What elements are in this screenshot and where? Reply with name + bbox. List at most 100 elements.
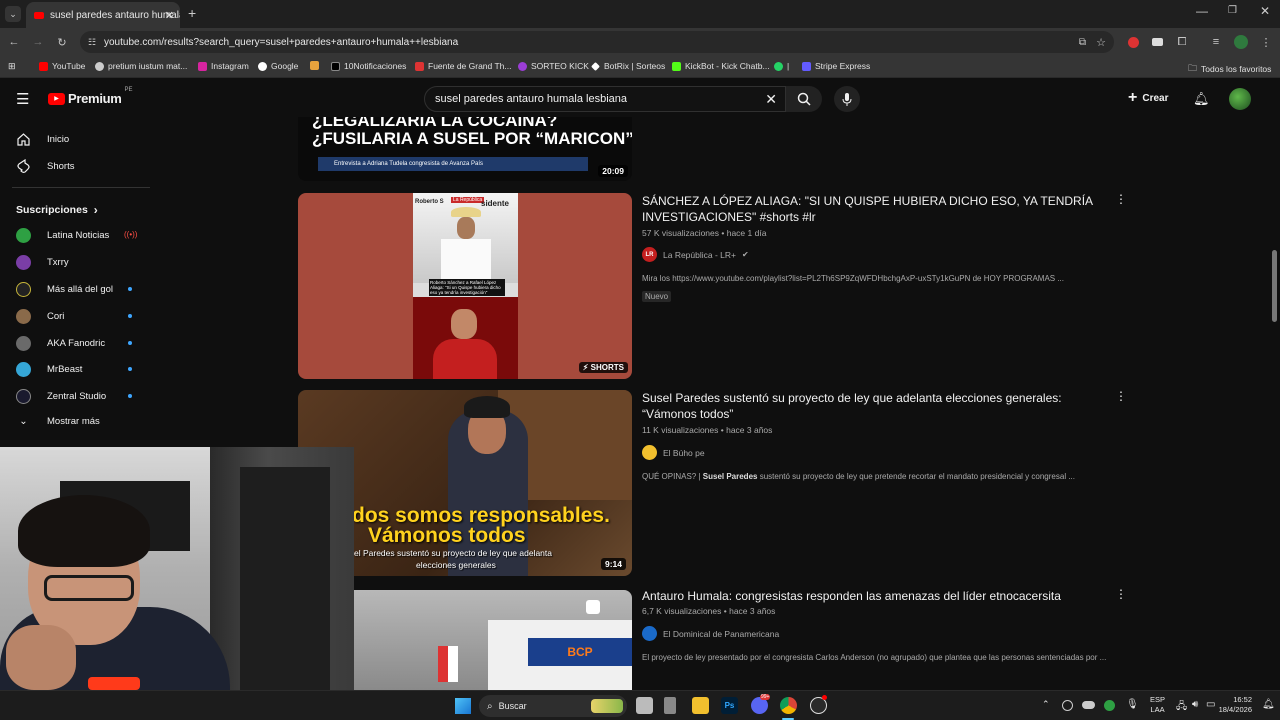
page-scrollbar-thumb[interactable] — [1272, 250, 1277, 322]
more-options-icon[interactable]: ⋮ — [1115, 587, 1127, 601]
account-avatar[interactable] — [1229, 88, 1251, 110]
extensions-puzzle-icon[interactable]: ⧠ — [1174, 34, 1190, 50]
sidebar-item-txrry[interactable]: Txrry — [16, 255, 69, 270]
mrbeast-avatar — [16, 362, 31, 377]
back-arrow-icon[interactable]: ← — [6, 34, 22, 50]
search-button[interactable] — [786, 86, 822, 112]
new-tab-button[interactable]: + — [188, 5, 196, 21]
more-options-icon[interactable]: ⋮ — [1115, 192, 1127, 206]
x-icon — [331, 61, 340, 71]
subscriptions-header[interactable]: Suscripciones › — [16, 203, 98, 217]
bookmark-youtube[interactable]: YouTube — [39, 61, 85, 71]
bookmarks-bar: ⊞ YouTube pretium iustum mat... Instagra… — [0, 56, 1280, 78]
windows-start-icon[interactable] — [455, 698, 471, 714]
result-title-3[interactable]: Susel Paredes sustentó su proyecto de le… — [642, 390, 1102, 422]
result-title-2[interactable]: SÁNCHEZ A LÓPEZ ALIAGA: "SI UN QUISPE HU… — [642, 193, 1102, 225]
bookmark-10notificaciones[interactable]: 10Notificaciones — [331, 61, 406, 71]
sidebar-item-label: AKA Fanodric — [47, 338, 106, 349]
result-thumbnail-2[interactable]: La República Roberto S sidente Roberto S… — [298, 193, 632, 379]
result-description-2: Mira los https://www.youtube.com/playlis… — [642, 274, 1065, 283]
sidebar-item-label: Shorts — [47, 161, 75, 172]
region-code: PE — [124, 87, 133, 93]
extension-card-icon[interactable] — [1152, 38, 1163, 46]
all-bookmarks-folder[interactable]: 🗀 Todos los favoritos — [1188, 61, 1271, 77]
forward-arrow-icon[interactable]: → — [30, 34, 46, 50]
sidebar-item-zentral-studio[interactable]: Zentral Studio — [16, 389, 106, 404]
tray-app-icon-1[interactable] — [1062, 700, 1073, 711]
sidebar-item-latina-noticias[interactable]: Latina Noticias — [16, 228, 109, 243]
result-thumbnail-1[interactable]: ¿LEGALIZARIA LA COCAINA? ¿FUSILARIA A SU… — [298, 117, 632, 181]
sidebar-item-mas-alla-del-gol[interactable]: Más allá del gol — [16, 282, 113, 297]
maximize-button[interactable]: ❐ — [1228, 5, 1237, 16]
bookmark-botrix[interactable]: BotRix | Sorteos — [591, 61, 665, 71]
create-button[interactable]: + Crear — [1128, 90, 1168, 106]
browser-tab[interactable]: susel paredes antauro humala l ✕ — [26, 2, 180, 28]
close-tab-icon[interactable]: ✕ — [165, 9, 174, 22]
install-app-icon[interactable]: ⧉ — [1079, 37, 1086, 48]
address-bar[interactable]: ☷ youtube.com/results?search_query=susel… — [80, 31, 1114, 53]
reading-list-icon[interactable]: ≡ — [1208, 34, 1224, 50]
bookmark-instagram[interactable]: Instagram — [198, 61, 249, 71]
result-description-3: QUÉ OPINAS? | Susel Paredes sustentó su … — [642, 472, 1075, 481]
webcam-glasses — [44, 575, 134, 601]
bookmark-star-icon[interactable]: ☆ — [1096, 36, 1106, 49]
onedrive-icon[interactable] — [1082, 701, 1095, 709]
tab-search-button[interactable]: ⌄ — [5, 6, 21, 22]
sidebar-item-cori[interactable]: Cori — [16, 309, 64, 324]
network-icon[interactable]: 🖧︎ — [1176, 699, 1187, 716]
profile-avatar-icon[interactable] — [1234, 35, 1248, 49]
el-buho-avatar — [642, 445, 657, 460]
channel-link-4[interactable]: El Dominical de Panamericana — [642, 626, 779, 641]
channel-link-2[interactable]: LR La República - LR+ ✔︎ — [642, 247, 749, 262]
file-explorer-icon[interactable] — [692, 697, 709, 714]
page-scrollbar-track[interactable] — [1270, 81, 1280, 690]
task-view-icon[interactable] — [636, 697, 653, 714]
bookmark-sorteo-kick[interactable]: SORTEO KICK — [518, 61, 589, 71]
reload-icon[interactable]: ↻ — [54, 34, 70, 50]
bookmark-label: Instagram — [211, 61, 249, 71]
sidebar-item-home[interactable]: Inicio — [16, 132, 69, 147]
bookmark-whatsapp[interactable]: | — [774, 61, 789, 71]
browser-menu-icon[interactable]: ⋮ — [1258, 34, 1274, 50]
clear-search-icon[interactable]: ✕ — [765, 91, 777, 108]
tray-app-icon-2[interactable] — [1104, 700, 1115, 711]
bookmark-kickbot[interactable]: KickBot - Kick Chatb... — [672, 61, 770, 71]
app-icon-gray[interactable] — [664, 697, 676, 714]
result-title-4[interactable]: Antauro Humala: congresistas responden l… — [642, 588, 1102, 604]
channel-name: El Dominical de Panamericana — [663, 628, 780, 639]
input-language[interactable]: ESP LAA — [1150, 695, 1165, 715]
kick-icon — [672, 61, 681, 71]
bookmark-grand-theft[interactable]: Fuente de Grand Th... — [415, 61, 511, 71]
bookmark-unnamed[interactable] — [310, 61, 319, 70]
bookmark-stripe[interactable]: Stripe Express — [802, 61, 870, 71]
apps-grid-icon[interactable]: ⊞ — [8, 61, 16, 72]
extension-red-icon[interactable] — [1128, 37, 1139, 48]
site-info-icon[interactable]: ☷ — [88, 37, 96, 48]
bookmark-google[interactable]: Google — [258, 61, 298, 71]
show-more-button[interactable]: ⌄ Mostrar más — [16, 416, 100, 427]
bookmark-pretium[interactable]: pretium iustum mat... — [95, 61, 187, 71]
taskbar-search-box[interactable]: ⌕ Buscar — [479, 695, 627, 717]
voice-search-button[interactable] — [834, 86, 860, 112]
minimize-button[interactable]: — — [1196, 4, 1208, 18]
shorts-label: SHORTS — [590, 363, 624, 372]
bookmark-label: YouTube — [52, 61, 86, 71]
sidebar-item-mrbeast[interactable]: MrBeast — [16, 362, 82, 377]
chrome-icon[interactable] — [780, 697, 797, 714]
close-window-button[interactable]: ✕ — [1260, 4, 1270, 18]
more-options-icon[interactable]: ⋮ — [1115, 389, 1127, 403]
photoshop-icon[interactable]: Ps — [721, 697, 738, 714]
tray-chevron-up-icon[interactable]: ⌃ — [1042, 699, 1050, 710]
volume-icon[interactable]: 🔊︎ — [1192, 699, 1198, 710]
notification-center-icon[interactable]: 🔔︎ — [1262, 699, 1275, 710]
sidebar-item-aka-fanodric[interactable]: AKA Fanodric — [16, 336, 105, 351]
notifications-bell-icon[interactable]: 🔔︎ — [1193, 91, 1210, 107]
tray-app-icon-3[interactable]: 🎙︎ — [1126, 699, 1139, 710]
hamburger-menu-icon[interactable]: ☰ — [16, 90, 29, 108]
clock[interactable]: 16:52 18/4/2026 — [1214, 695, 1252, 715]
youtube-logo[interactable]: ▶ Premium PE — [48, 87, 133, 106]
channel-link-3[interactable]: El Búho pe — [642, 445, 705, 460]
browser-tab-strip: ⌄ susel paredes antauro humala l ✕ + — ❐… — [0, 0, 1280, 28]
sidebar-item-shorts[interactable]: Shorts — [16, 159, 74, 174]
search-input[interactable]: susel paredes antauro humala lesbiana ✕ — [424, 86, 786, 112]
